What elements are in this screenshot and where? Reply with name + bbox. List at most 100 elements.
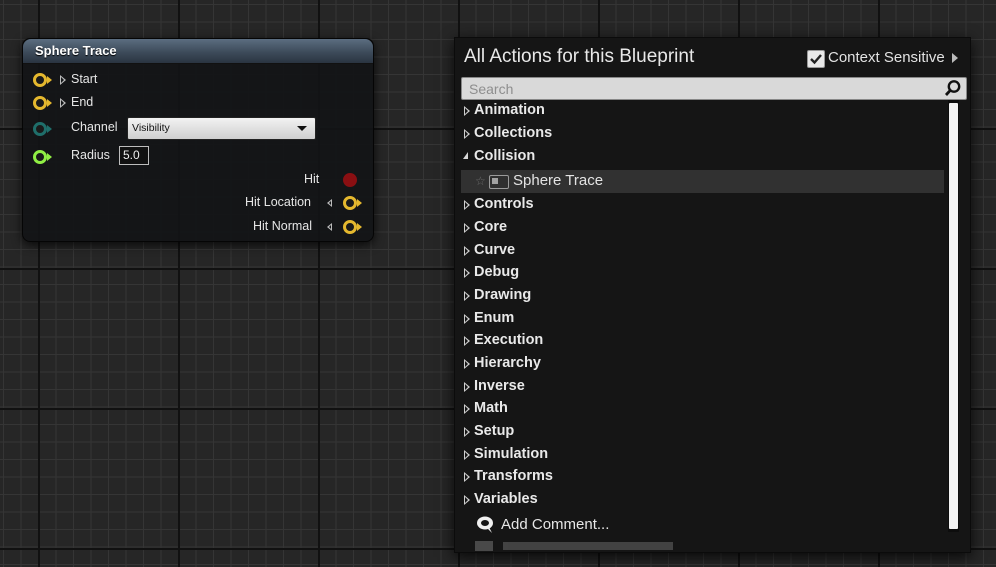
hit-normal-pin[interactable] [343, 219, 363, 235]
expand-triangle-icon[interactable] [464, 291, 470, 301]
documentation-icon [475, 541, 493, 551]
search-icon[interactable] [944, 79, 962, 97]
actions-menu[interactable]: All Actions for this Blueprint Context S… [454, 37, 971, 553]
category-label: Setup [474, 423, 515, 439]
expand-triangle-icon[interactable] [464, 472, 470, 482]
expand-triangle-icon[interactable] [464, 495, 470, 505]
category-controls[interactable]: Controls [462, 194, 942, 216]
category-hierarchy[interactable]: Hierarchy [462, 353, 942, 375]
chevron-down-icon [297, 126, 307, 131]
checkmark-icon [810, 54, 822, 65]
expand-triangle-icon[interactable] [464, 359, 470, 369]
channel-dropdown-value: Visibility [132, 122, 170, 134]
category-simulation[interactable]: Simulation [462, 444, 942, 466]
collapse-triangle-icon[interactable] [463, 152, 468, 159]
category-label: Inverse [474, 378, 525, 394]
category-label: Transforms [474, 468, 553, 484]
channel-label: Channel [71, 120, 118, 134]
context-sensitive-label[interactable]: Context Sensitive [828, 49, 945, 66]
channel-pin[interactable] [33, 121, 63, 137]
expand-triangle-icon[interactable] [464, 450, 470, 460]
struct-pin-icon [343, 196, 357, 210]
sphere-trace-node[interactable]: Sphere Trace Start End Channel Visibilit… [22, 38, 374, 242]
expand-triangle-icon[interactable] [464, 427, 470, 437]
function-icon [489, 175, 509, 189]
category-label: Collections [474, 125, 553, 141]
struct-pin-icon [343, 220, 357, 234]
category-transforms[interactable]: Transforms [462, 466, 942, 488]
category-animation[interactable]: Animation [462, 100, 942, 122]
bool-pin-icon [343, 173, 357, 187]
category-core[interactable]: Core [462, 217, 942, 239]
pin-arrow-icon [47, 153, 52, 161]
expand-triangle-icon[interactable] [464, 268, 470, 278]
category-collision[interactable]: Collision [462, 146, 942, 168]
category-label: Core [474, 219, 508, 235]
expand-triangle-icon[interactable] [464, 404, 470, 414]
scrollbar[interactable] [948, 100, 959, 532]
category-execution[interactable]: Execution [462, 330, 942, 352]
category-curve[interactable]: Curve [462, 240, 942, 262]
start-pin[interactable]: Start [33, 72, 113, 88]
action-item-label: Sphere Trace [513, 172, 604, 189]
hit-label: Hit [304, 172, 320, 186]
cutoff-item-label [503, 542, 673, 550]
hit-pin[interactable] [343, 172, 363, 188]
expand-triangle-icon[interactable] [464, 200, 470, 210]
radius-pin[interactable] [33, 149, 63, 165]
category-inverse[interactable]: Inverse [462, 376, 942, 398]
category-label: Collision [474, 148, 536, 164]
collapse-triangle-icon[interactable] [327, 199, 332, 207]
category-setup[interactable]: Setup [462, 421, 942, 443]
expand-triangle-icon[interactable] [60, 98, 66, 108]
scrollbar-thumb[interactable] [949, 103, 958, 529]
search-input[interactable] [462, 78, 945, 99]
pin-arrow-icon [357, 223, 362, 231]
cutoff-list-item [475, 539, 775, 552]
struct-pin-icon [33, 96, 47, 110]
expand-triangle-icon[interactable] [60, 75, 66, 85]
category-label: Drawing [474, 287, 532, 303]
star-icon[interactable]: ☆ [475, 174, 486, 188]
category-label: Simulation [474, 446, 549, 462]
channel-dropdown[interactable]: Visibility [127, 117, 316, 140]
category-label: Hierarchy [474, 355, 541, 371]
category-debug[interactable]: Debug [462, 262, 942, 284]
category-label: Curve [474, 242, 516, 258]
pin-arrow-icon [47, 99, 52, 107]
collapse-triangle-icon[interactable] [327, 223, 332, 231]
category-enum[interactable]: Enum [462, 308, 942, 330]
end-pin[interactable]: End [33, 95, 113, 111]
add-comment-label: Add Comment... [501, 516, 610, 533]
category-label: Controls [474, 196, 534, 212]
radius-value: 5.0 [123, 148, 140, 162]
pin-arrow-icon [357, 199, 362, 207]
menu-title: All Actions for this Blueprint [464, 46, 695, 67]
expand-triangle-icon[interactable] [464, 223, 470, 233]
context-sensitive-checkbox[interactable] [807, 50, 825, 68]
search-box[interactable] [461, 77, 967, 100]
category-drawing[interactable]: Drawing [462, 285, 942, 307]
add-comment-item[interactable]: Add Comment... [475, 514, 775, 538]
hit-location-pin[interactable] [343, 195, 363, 211]
category-collections[interactable]: Collections [462, 123, 942, 145]
expand-triangle-icon[interactable] [464, 246, 470, 256]
node-title: Sphere Trace [35, 43, 117, 58]
pin-arrow-icon [47, 125, 52, 133]
expand-triangle-icon[interactable] [464, 106, 470, 116]
node-header[interactable]: Sphere Trace [23, 39, 373, 64]
end-label: End [71, 95, 94, 109]
expand-triangle-icon[interactable] [464, 336, 470, 346]
expand-triangle-icon[interactable] [464, 129, 470, 139]
category-label: Animation [474, 102, 545, 118]
action-item-sphere-trace[interactable]: ☆ Sphere Trace [461, 170, 944, 193]
chevron-right-icon[interactable] [952, 53, 958, 63]
category-label: Math [474, 400, 508, 416]
radius-label: Radius [71, 148, 110, 162]
radius-input[interactable]: 5.0 [119, 146, 149, 165]
hit-location-label: Hit Location [245, 195, 312, 209]
expand-triangle-icon[interactable] [464, 314, 470, 324]
category-math[interactable]: Math [462, 398, 942, 420]
category-variables[interactable]: Variables [462, 489, 942, 511]
expand-triangle-icon[interactable] [464, 382, 470, 392]
